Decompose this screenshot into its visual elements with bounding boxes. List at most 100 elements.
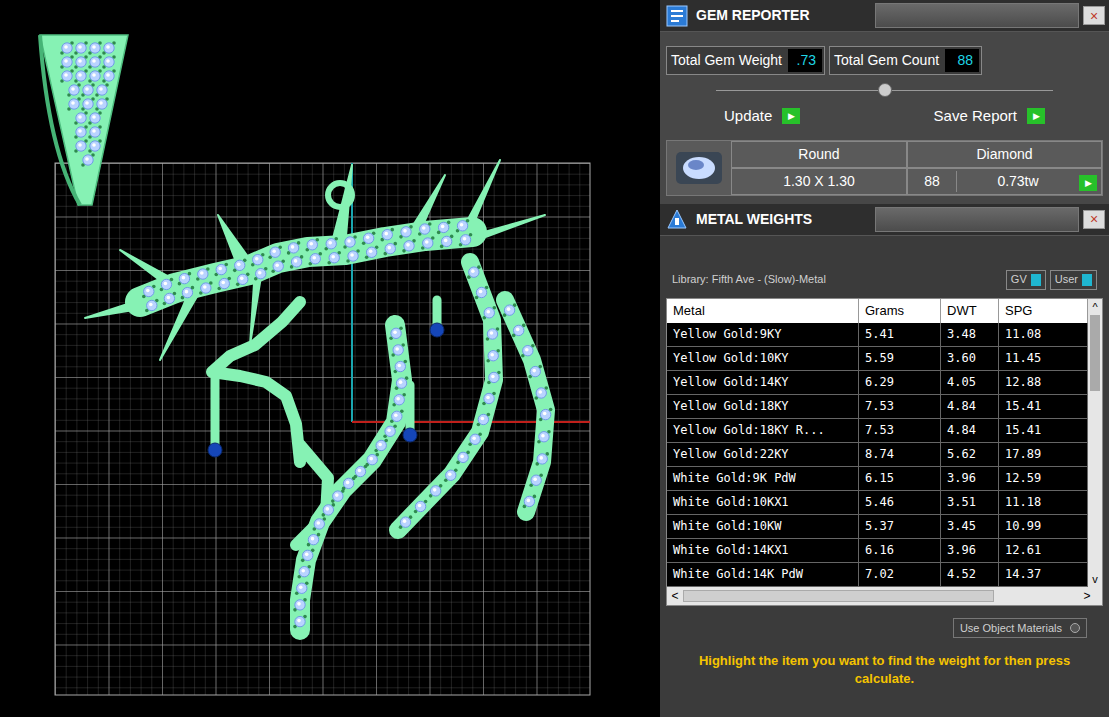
diamond-icon <box>374 439 388 453</box>
diamond-icon <box>67 97 81 111</box>
arrow-button[interactable]: ▶ <box>1027 108 1045 124</box>
diamond-icon <box>67 83 81 97</box>
diamond-icon <box>383 242 397 256</box>
diamond-icon <box>74 125 88 139</box>
diamond-icon <box>523 495 537 509</box>
diamond-icon <box>60 55 74 69</box>
diamond-icon <box>390 410 404 424</box>
diamond-icon <box>456 219 470 233</box>
totals-row: Total Gem Weight.73Total Gem Count88 <box>666 46 1103 75</box>
diamond-icon <box>399 225 413 239</box>
buttons-row: Update▶ Save Report▶ <box>666 105 1103 128</box>
gem-reporter-body: Total Gem Weight.73Total Gem Count88 Upda… <box>660 32 1109 204</box>
table-row[interactable]: Yellow Gold:22KY8.745.6217.89 <box>667 443 1088 467</box>
diamond-icon <box>362 231 376 245</box>
diamond-icon <box>539 408 553 422</box>
diamond-icon <box>380 228 394 242</box>
diamond-icon <box>322 503 336 517</box>
diamond-icon <box>486 327 500 341</box>
size-slider[interactable] <box>716 83 1053 97</box>
table-row[interactable]: White Gold:14KX16.163.9612.61 <box>667 539 1088 563</box>
diamond-icon <box>414 500 428 514</box>
diamond-icon <box>503 303 517 317</box>
column-header[interactable]: DWT <box>941 299 999 323</box>
diamond-icon <box>251 253 265 267</box>
diamond-icon <box>365 453 379 467</box>
diamond-icon <box>88 139 102 153</box>
toggle[interactable]: GV <box>1006 270 1046 290</box>
diamond-icon <box>331 489 345 503</box>
diamond-icon <box>199 281 213 295</box>
diamond-icon <box>365 245 379 259</box>
table-row[interactable]: Yellow Gold:14KY6.294.0512.88 <box>667 371 1088 395</box>
diamond-icon <box>486 349 500 363</box>
diamond-icon <box>482 392 496 406</box>
sapphire-icon <box>403 428 417 442</box>
horizontal-scrollbar[interactable]: <> <box>667 587 1102 605</box>
diamond-icon <box>293 615 307 629</box>
diamond-icon <box>456 451 470 465</box>
diamond-icon <box>287 241 301 255</box>
use-object-materials-toggle[interactable]: Use Object Materials <box>953 618 1087 639</box>
close-button[interactable]: × <box>1083 210 1105 229</box>
toggle[interactable]: User <box>1050 270 1097 290</box>
table-row[interactable]: Yellow Gold:18KY R...7.534.8415.41 <box>667 419 1088 443</box>
diamond-icon <box>429 484 443 498</box>
diamond-icon <box>354 465 368 479</box>
diamond-icon <box>392 393 406 407</box>
diamond-icon <box>487 371 501 385</box>
diamond-icon <box>290 255 304 269</box>
pendant-model-drawing <box>0 0 660 717</box>
table-row[interactable]: White Gold:10KW5.373.4510.99 <box>667 515 1088 539</box>
diamond-icon <box>421 236 435 250</box>
diamond-icon <box>307 533 321 547</box>
diamond-icon <box>295 581 309 595</box>
diamond-icon <box>102 69 116 83</box>
table-row[interactable]: Yellow Gold:10KY5.593.6011.45 <box>667 347 1088 371</box>
column-header[interactable]: Grams <box>859 299 941 323</box>
diamond-icon <box>268 245 282 259</box>
hint-text: Highlight the item you want to find the … <box>666 652 1103 688</box>
diamond-icon <box>537 430 551 444</box>
diamond-icon <box>297 565 311 579</box>
table-row[interactable]: White Gold:14K PdW7.024.5214.37 <box>667 563 1088 587</box>
diamond-icon <box>468 432 482 446</box>
diamond-icon <box>477 413 491 427</box>
gem-row[interactable]: RoundDiamond1.30 X 1.30880.73tw▶ <box>666 140 1103 196</box>
diamond-icon <box>529 473 543 487</box>
diamond-icon <box>74 55 88 69</box>
bail <box>40 35 128 205</box>
panel-header[interactable]: METAL WEIGHTS× <box>660 204 1109 236</box>
table-row[interactable]: Yellow Gold:9KY5.413.4811.08 <box>667 323 1088 347</box>
report-button[interactable]: Update▶ <box>724 105 800 128</box>
column-header[interactable]: SPG <box>999 299 1088 323</box>
viewport[interactable] <box>0 0 660 717</box>
metal-weights-body: Library: Fifth Ave - (Slow)-MetalGVUser M… <box>660 236 1109 717</box>
diamond-icon <box>81 83 95 97</box>
diamond-icon <box>214 263 228 277</box>
arrow-button[interactable]: ▶ <box>1079 175 1097 191</box>
arrow-button[interactable]: ▶ <box>782 108 800 124</box>
column-header[interactable]: Metal <box>667 299 859 323</box>
diamond-icon <box>346 249 360 263</box>
diamond-icon <box>467 265 481 279</box>
diamond-icon <box>102 55 116 69</box>
diamond-icon <box>233 259 247 273</box>
total-value: .73 <box>788 49 822 72</box>
report-button[interactable]: Save Report▶ <box>934 105 1045 128</box>
vertical-scrollbar[interactable]: ^v <box>1088 299 1102 587</box>
diamond-icon <box>512 324 526 338</box>
diamond-icon <box>88 55 102 69</box>
diamond-icon <box>142 285 156 299</box>
panel-header[interactable]: GEM REPORTER× <box>660 0 1109 32</box>
library-row: Library: Fifth Ave - (Slow)-MetalGVUser <box>666 268 1103 292</box>
table-row[interactable]: White Gold:9K PdW6.153.9612.59 <box>667 467 1088 491</box>
close-button[interactable]: × <box>1083 6 1105 25</box>
diamond-icon <box>178 272 192 286</box>
diamond-icon <box>236 273 250 287</box>
scale-icon <box>666 208 688 230</box>
diamond-icon <box>160 278 174 292</box>
table-row[interactable]: White Gold:10KX15.463.5111.18 <box>667 491 1088 515</box>
table-row[interactable]: Yellow Gold:18KY7.534.8415.41 <box>667 395 1088 419</box>
header-tab <box>875 207 1079 232</box>
